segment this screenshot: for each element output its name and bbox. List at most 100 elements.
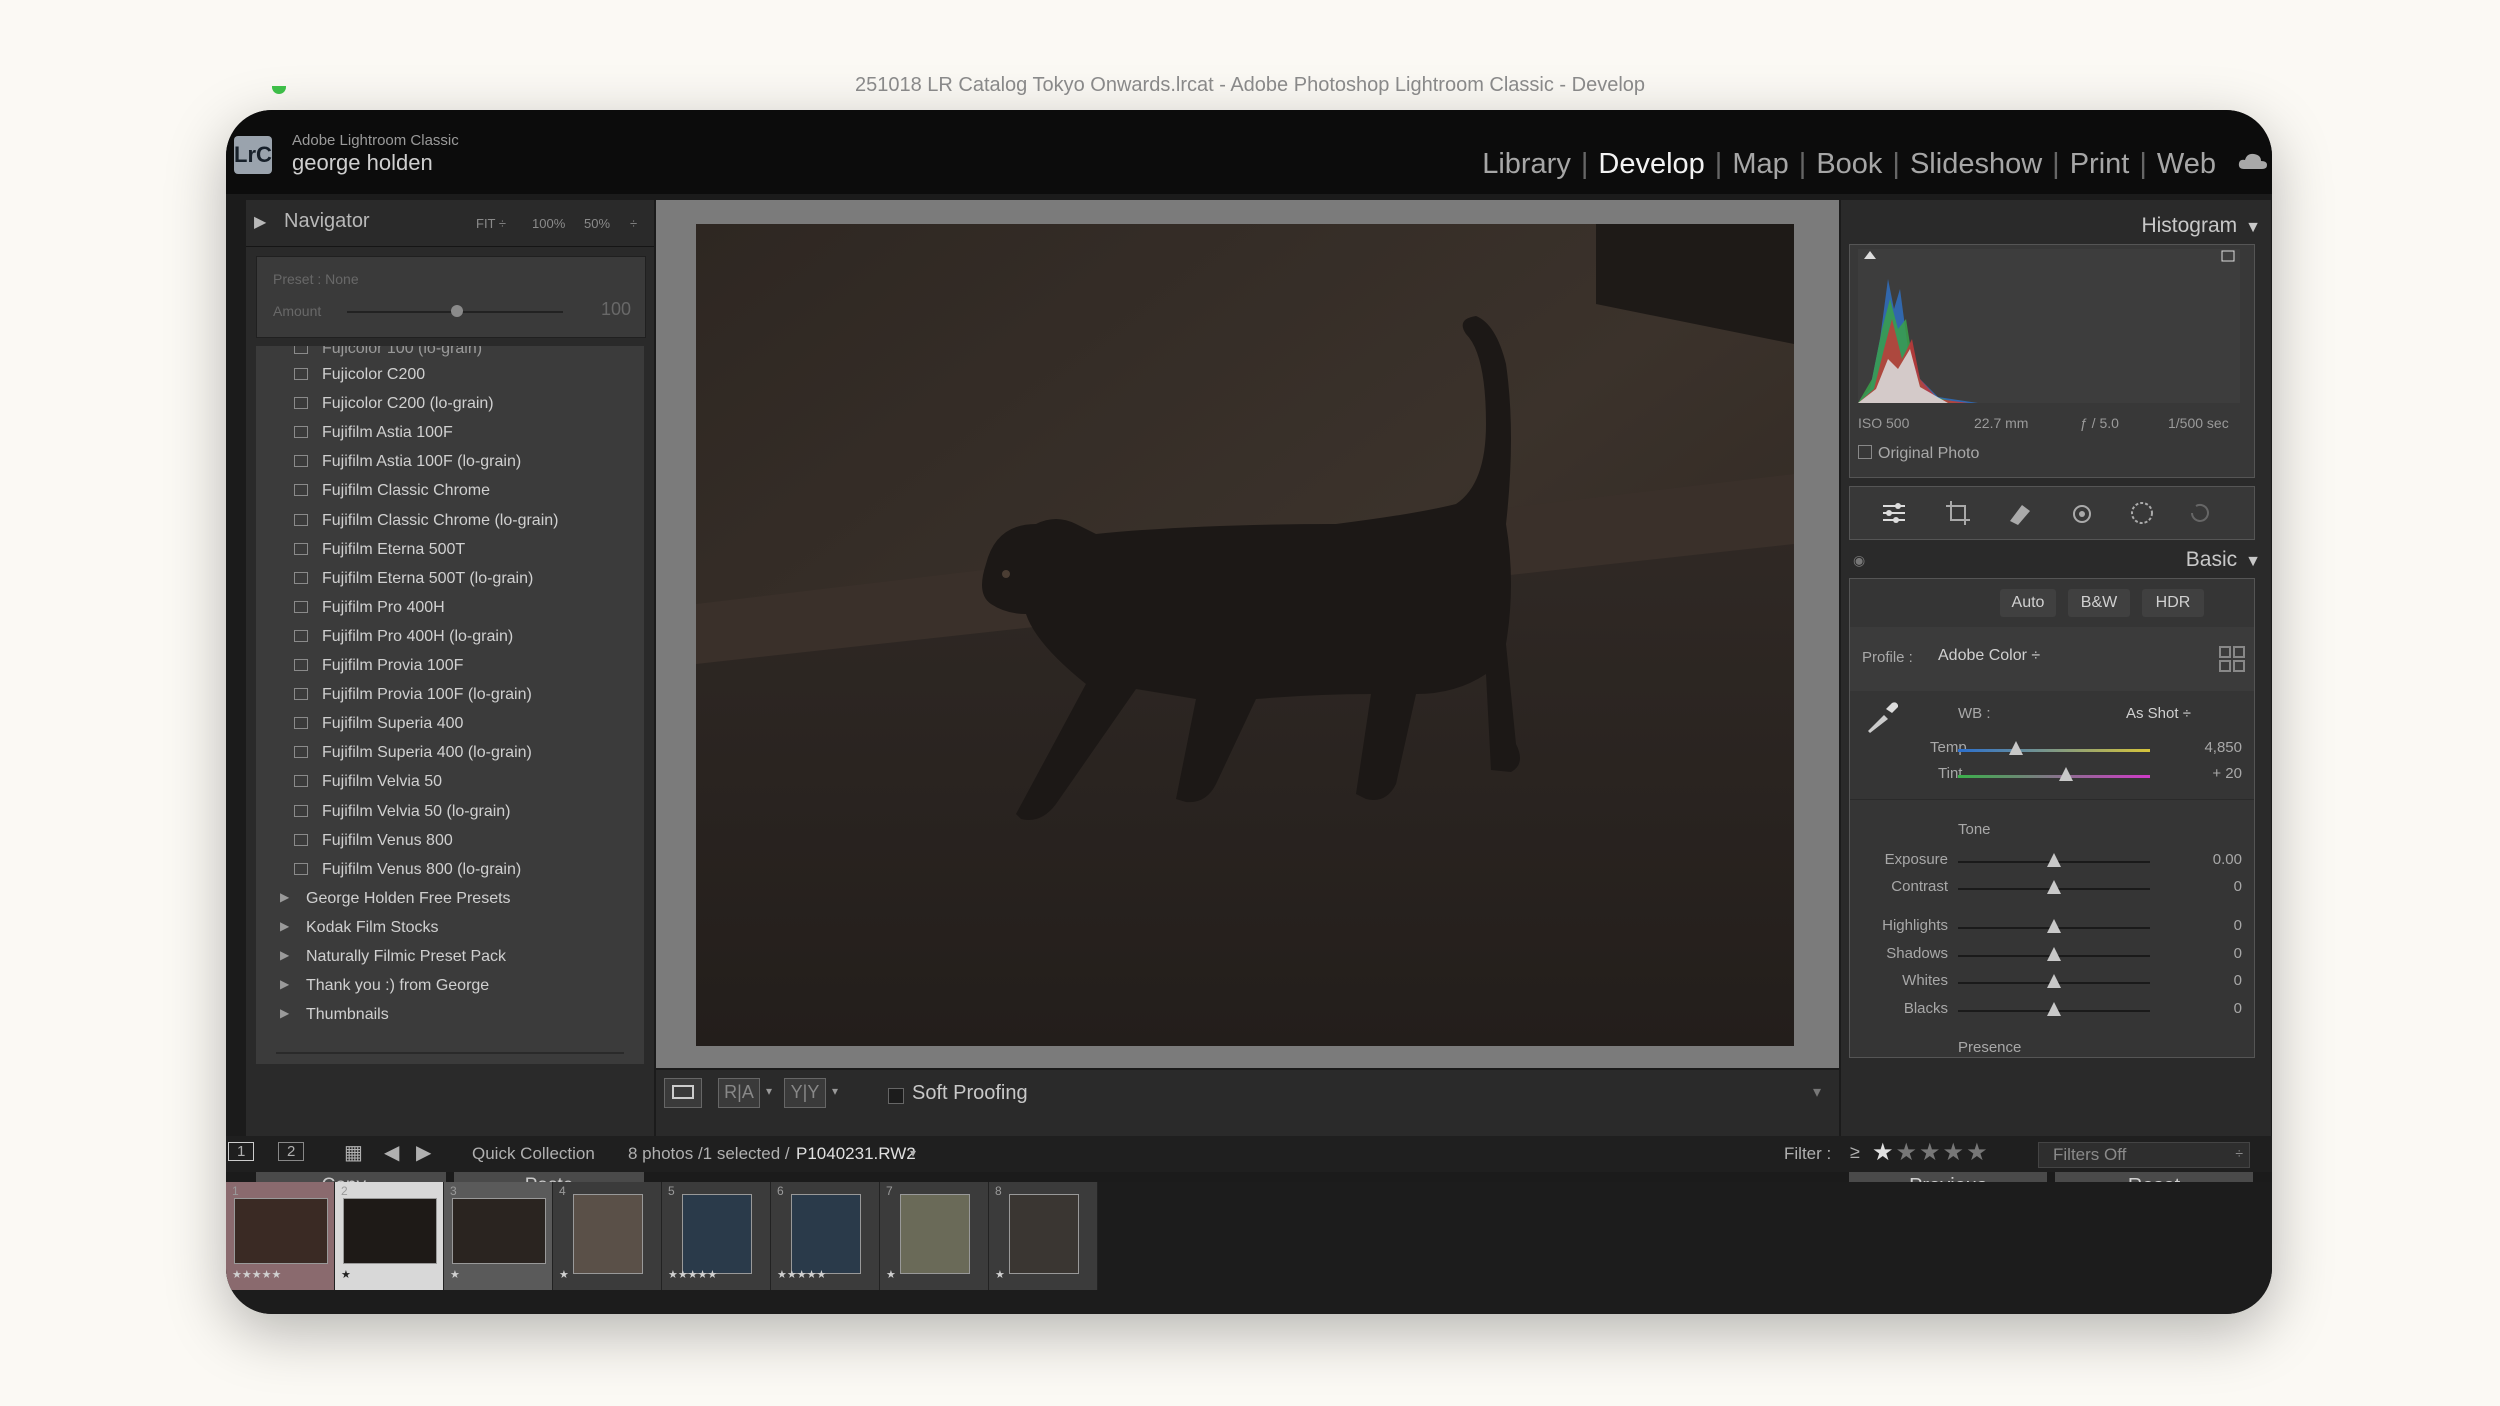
preset-item[interactable]: Fujifilm Velvia 50 (lo-grain) bbox=[294, 803, 511, 821]
value-exposure[interactable]: 0.00 bbox=[2213, 851, 2242, 868]
preset-item[interactable]: Fujifilm Velvia 50 bbox=[294, 773, 442, 791]
preset-item[interactable]: Fujifilm Eterna 500T (lo-grain) bbox=[294, 570, 533, 588]
thumbnail-image[interactable] bbox=[452, 1198, 546, 1264]
preset-item[interactable]: Fujifilm Pro 400H bbox=[294, 599, 445, 617]
mode-menu-icon[interactable]: ▾ bbox=[832, 1084, 838, 1098]
preset-item[interactable]: Fujifilm Superia 400 bbox=[294, 715, 463, 733]
filename-menu-icon[interactable]: ▾ bbox=[910, 1146, 916, 1160]
bw-button[interactable]: B&W bbox=[2068, 589, 2130, 617]
edit-sliders-icon[interactable] bbox=[1880, 499, 1908, 527]
preset-item[interactable]: Fujicolor C200 (lo-grain) bbox=[294, 395, 494, 413]
slider-thumb-shadows[interactable] bbox=[2047, 947, 2061, 961]
module-slideshow[interactable]: Slideshow bbox=[1904, 148, 2048, 181]
filmstrip-thumbnail[interactable]: 5 ★★★★★ bbox=[662, 1182, 771, 1290]
original-photo-checkbox[interactable] bbox=[1858, 445, 1872, 459]
wb-dropdown[interactable]: As Shot ÷ bbox=[2126, 705, 2191, 722]
temp-slider-thumb[interactable] bbox=[2008, 741, 2023, 755]
thumbnail-image[interactable] bbox=[682, 1194, 752, 1274]
before-after-menu-icon[interactable]: ▾ bbox=[766, 1084, 772, 1098]
back-arrow-icon[interactable]: ◀ bbox=[384, 1140, 399, 1165]
value-shadows[interactable]: 0 bbox=[2234, 945, 2242, 962]
slider-thumb-contrast[interactable] bbox=[2047, 880, 2061, 894]
module-print[interactable]: Print bbox=[2064, 148, 2136, 181]
preset-item[interactable]: Fujifilm Classic Chrome bbox=[294, 482, 490, 500]
cloud-icon[interactable] bbox=[2238, 152, 2268, 170]
thumbnail-image[interactable] bbox=[234, 1198, 328, 1264]
filters-dropdown[interactable]: Filters Off ÷ bbox=[2038, 1142, 2250, 1168]
filmstrip-thumbnail[interactable]: 4 ★ bbox=[553, 1182, 662, 1290]
preset-item[interactable]: Fujifilm Astia 100F (lo-grain) bbox=[294, 453, 521, 471]
thumbnail-image[interactable] bbox=[791, 1194, 861, 1274]
eye-icon[interactable]: ◉ bbox=[1853, 552, 1865, 569]
before-after-mode-button[interactable]: Y|Y bbox=[784, 1078, 826, 1108]
red-eye-icon[interactable] bbox=[2068, 499, 2096, 527]
soft-proofing-checkbox[interactable] bbox=[888, 1088, 904, 1104]
thumbnail-image[interactable] bbox=[900, 1194, 970, 1274]
slider-thumb-exposure[interactable] bbox=[2047, 853, 2061, 867]
value-blacks[interactable]: 0 bbox=[2234, 1000, 2242, 1017]
folder-triangle-icon[interactable]: ▶ bbox=[280, 948, 289, 962]
filmstrip-thumbnail[interactable]: 8 ★ bbox=[989, 1182, 1098, 1290]
profile-browser-grid-icon[interactable] bbox=[2218, 645, 2246, 673]
preset-item[interactable]: Fujifilm Venus 800 bbox=[294, 832, 453, 850]
selected-filename[interactable]: P1040231.RW2 bbox=[796, 1144, 916, 1164]
collapse-triangle-icon[interactable]: ▶ bbox=[254, 212, 266, 232]
basic-header[interactable]: Basic ▼ bbox=[2186, 548, 2261, 572]
filmstrip-thumbnail[interactable]: 6 ★★★★★ bbox=[771, 1182, 880, 1290]
navigator-header[interactable]: ▶ Navigator FIT ÷ 100% 50% ÷ bbox=[246, 200, 654, 247]
histogram-header[interactable]: Histogram ▼ bbox=[2141, 214, 2261, 238]
auto-button[interactable]: Auto bbox=[2000, 589, 2056, 617]
preset-item[interactable]: Fujifilm Superia 400 (lo-grain) bbox=[294, 744, 532, 762]
thumbnail-image[interactable] bbox=[573, 1194, 643, 1274]
loupe-view-button[interactable] bbox=[664, 1078, 702, 1108]
module-web[interactable]: Web bbox=[2151, 148, 2222, 181]
toolbar-menu-icon[interactable]: ▾ bbox=[1813, 1082, 1821, 1102]
module-develop[interactable]: Develop bbox=[1592, 148, 1710, 181]
folder-triangle-icon[interactable]: ▶ bbox=[280, 1006, 289, 1020]
before-after-button[interactable]: R|A bbox=[718, 1078, 760, 1108]
profile-dropdown[interactable]: Adobe Color ÷ bbox=[1938, 647, 2040, 665]
tint-value[interactable]: + 20 bbox=[2212, 765, 2242, 782]
preset-item[interactable]: Fujifilm Classic Chrome (lo-grain) bbox=[294, 512, 558, 530]
crop-icon[interactable] bbox=[1944, 499, 1972, 527]
screen-1-button[interactable]: 1 bbox=[228, 1142, 255, 1161]
folder-triangle-icon[interactable]: ▶ bbox=[280, 977, 289, 991]
preset-item[interactable]: Fujifilm Provia 100F (lo-grain) bbox=[294, 686, 532, 704]
tint-slider-track[interactable] bbox=[1958, 775, 2150, 778]
preset-item[interactable]: Fujifilm Venus 800 (lo-grain) bbox=[294, 861, 521, 879]
folder-triangle-icon[interactable]: ▶ bbox=[280, 919, 289, 933]
filter-operator[interactable]: ≥ bbox=[1850, 1142, 1860, 1163]
preset-item[interactable]: Fujicolor C200 bbox=[294, 366, 425, 384]
zoom-50[interactable]: 50% bbox=[584, 216, 610, 231]
filmstrip-thumbnail[interactable]: 1 ★★★★★ bbox=[226, 1182, 335, 1290]
masking-icon[interactable] bbox=[2128, 499, 2156, 527]
filter-star-rating[interactable]: ★★★★★ bbox=[1872, 1138, 1990, 1167]
slider-thumb-blacks[interactable] bbox=[2047, 1002, 2061, 1016]
preset-item[interactable]: Fujifilm Astia 100F bbox=[294, 424, 453, 442]
thumbnail-image[interactable] bbox=[343, 1198, 437, 1264]
module-library[interactable]: Library bbox=[1476, 148, 1577, 181]
tint-slider-thumb[interactable] bbox=[2058, 767, 2073, 781]
histogram-chart[interactable] bbox=[1858, 249, 2240, 403]
value-whites[interactable]: 0 bbox=[2234, 972, 2242, 989]
filmstrip-thumbnail[interactable]: 2 ★ bbox=[335, 1182, 444, 1290]
eyedropper-icon[interactable] bbox=[1862, 697, 1902, 737]
grid-icon[interactable]: ▦ bbox=[344, 1140, 363, 1165]
filmstrip-thumbnail[interactable]: 3 ★ bbox=[444, 1182, 553, 1290]
preset-item[interactable]: Fujicolor 100 (lo-grain) bbox=[294, 346, 482, 358]
amount-slider-thumb[interactable] bbox=[451, 305, 463, 317]
forward-arrow-icon[interactable]: ▶ bbox=[416, 1140, 431, 1165]
original-photo-toggle[interactable]: Original Photo bbox=[1858, 445, 1979, 463]
screen-2-button[interactable]: 2 bbox=[278, 1142, 305, 1161]
preset-item[interactable]: Fujifilm Provia 100F bbox=[294, 657, 463, 675]
zoom-fit[interactable]: FIT ÷ bbox=[476, 216, 506, 231]
healing-icon[interactable] bbox=[2006, 499, 2034, 527]
value-highlights[interactable]: 0 bbox=[2234, 917, 2242, 934]
zoom-100[interactable]: 100% bbox=[532, 216, 565, 231]
folder-triangle-icon[interactable]: ▶ bbox=[280, 890, 289, 904]
preset-item[interactable]: Fujifilm Eterna 500T bbox=[294, 541, 465, 559]
slider-thumb-highlights[interactable] bbox=[2047, 919, 2061, 933]
reset-icon[interactable] bbox=[2186, 499, 2214, 527]
temp-slider-track[interactable] bbox=[1958, 749, 2150, 752]
value-contrast[interactable]: 0 bbox=[2234, 878, 2242, 895]
